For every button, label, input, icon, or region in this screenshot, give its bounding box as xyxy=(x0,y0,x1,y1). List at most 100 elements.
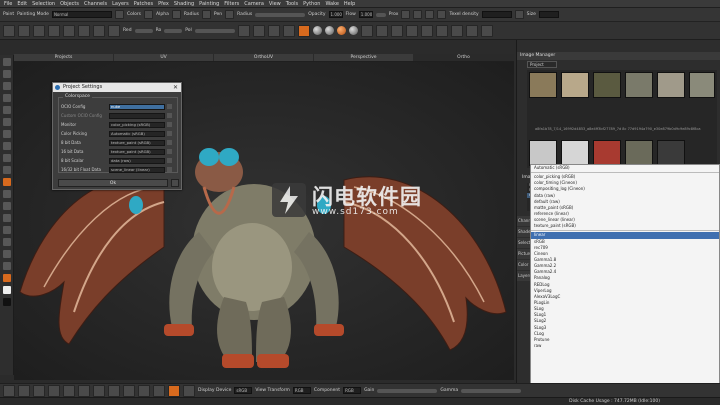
menu-wake[interactable]: Wake xyxy=(325,1,338,7)
thumbnail-image[interactable] xyxy=(625,140,653,166)
pol-slider[interactable] xyxy=(194,28,235,33)
opacity-field[interactable]: 1.000 xyxy=(328,11,343,18)
menu-shading[interactable]: Shading xyxy=(174,1,194,7)
pan-tool-icon[interactable] xyxy=(2,106,11,114)
texel-extra-button[interactable] xyxy=(514,10,524,19)
toggle-b-icon[interactable] xyxy=(123,384,135,397)
dialog-extra-button[interactable] xyxy=(171,179,179,187)
layers-icon[interactable] xyxy=(63,24,75,37)
tab-uv[interactable]: UV xyxy=(114,54,214,61)
setting-value-select[interactable]: nuke xyxy=(109,103,165,110)
texel-toggle[interactable] xyxy=(437,10,447,19)
blur-tool-icon[interactable] xyxy=(2,166,11,174)
smudge-tool-icon[interactable] xyxy=(2,154,11,162)
setting-value-select[interactable]: color_picking (sRGB) xyxy=(109,121,165,128)
clone-tool-icon[interactable] xyxy=(2,142,11,150)
camera-left-icon[interactable] xyxy=(78,384,90,397)
flow-field[interactable]: 1.000 xyxy=(358,11,373,18)
setting-option-button[interactable] xyxy=(167,104,172,109)
select-tool-icon[interactable] xyxy=(2,58,11,66)
menu-python[interactable]: Python xyxy=(303,1,320,7)
tool-a-icon[interactable] xyxy=(282,24,295,37)
brush-tool-active-icon[interactable] xyxy=(2,178,11,186)
menu-help[interactable]: Help xyxy=(344,1,355,7)
size-field[interactable] xyxy=(538,11,559,18)
toggle-c-icon[interactable] xyxy=(138,384,150,397)
gradient-tool-icon[interactable] xyxy=(2,214,11,222)
shader-ball-lit-icon[interactable] xyxy=(324,26,334,35)
dropdown-option[interactable]: texture_paint (sRGB) xyxy=(531,223,719,229)
setting-option-button[interactable] xyxy=(167,113,172,118)
thumbnail-image[interactable] xyxy=(625,72,653,98)
menu-channels[interactable]: Channels xyxy=(84,1,107,7)
transform-tool-icon[interactable] xyxy=(2,226,11,234)
zoom-tool-icon[interactable] xyxy=(2,94,11,102)
dialog-title-bar[interactable]: Project Settings ✕ xyxy=(53,83,181,92)
toggle-d-icon[interactable] xyxy=(153,384,165,397)
menu-view[interactable]: View xyxy=(269,1,281,7)
setting-option-button[interactable] xyxy=(167,167,172,172)
rotate-icon[interactable] xyxy=(48,384,60,397)
tab-ortho[interactable]: Ortho xyxy=(414,54,514,61)
color-management-icon[interactable] xyxy=(168,384,180,397)
move-icon[interactable] xyxy=(3,24,15,37)
thumbnail-image[interactable] xyxy=(593,72,621,98)
tab-orthouv[interactable]: OrthoUV xyxy=(214,54,314,61)
cube-icon[interactable] xyxy=(78,24,90,37)
shader-ball-active-icon[interactable] xyxy=(336,26,346,35)
radius-toggle[interactable] xyxy=(201,10,211,19)
setting-value-select[interactable]: data (raw) xyxy=(109,157,165,164)
ro-slider[interactable] xyxy=(164,28,183,33)
frame-all-icon[interactable] xyxy=(63,384,75,397)
painting-mode-extra-button[interactable] xyxy=(114,10,124,19)
lasso-tool-icon[interactable] xyxy=(2,70,11,78)
prox-toggle[interactable] xyxy=(401,10,411,19)
lock-icon[interactable] xyxy=(413,10,423,19)
brush-settings-icon[interactable] xyxy=(360,24,373,37)
colorspace-dropdown-list[interactable]: Automatic (sRGB) color_picking (sRGB) colo… xyxy=(530,164,720,386)
radius-slider[interactable] xyxy=(255,12,306,17)
gamma-slider[interactable] xyxy=(461,388,522,393)
shader-ball-flat-icon[interactable] xyxy=(312,26,322,35)
swap-color-swatch[interactable] xyxy=(2,298,11,306)
cursor-icon[interactable] xyxy=(252,24,265,37)
project-subtab[interactable]: Project xyxy=(527,61,557,68)
menu-objects[interactable]: Objects xyxy=(60,1,79,7)
painting-mode-select[interactable]: Normal xyxy=(51,11,112,18)
shape-icon[interactable] xyxy=(237,24,250,37)
frame-icon[interactable] xyxy=(33,24,45,37)
move-down-icon[interactable] xyxy=(33,384,45,397)
extra-icon[interactable] xyxy=(480,24,493,37)
thumbnail-image[interactable] xyxy=(561,140,589,166)
grid-icon[interactable] xyxy=(425,10,435,19)
display-device-select[interactable]: sRGB xyxy=(234,387,253,394)
camera-icon[interactable] xyxy=(18,24,30,37)
view-transform-select[interactable]: RGB xyxy=(292,387,311,394)
thumbnail-image[interactable] xyxy=(657,72,685,98)
component-select[interactable]: RGB xyxy=(343,387,362,394)
menu-filters[interactable]: Filters xyxy=(224,1,239,7)
thumbnail-image[interactable] xyxy=(529,140,557,166)
paint-tool-icon[interactable] xyxy=(2,130,11,138)
setting-value-select[interactable]: Automatic (sRGB) xyxy=(109,130,165,137)
shader-ball-ambient-icon[interactable] xyxy=(348,26,358,35)
setting-option-button[interactable] xyxy=(167,140,172,145)
gain-slider[interactable] xyxy=(377,388,438,393)
pen-toggle[interactable] xyxy=(225,10,235,19)
setting-option-button[interactable] xyxy=(167,131,172,136)
setting-value-select[interactable]: scene_linear (linear) xyxy=(109,166,165,173)
menu-selection[interactable]: Selection xyxy=(32,1,55,7)
fill-tool-icon[interactable] xyxy=(2,202,11,210)
alpha-toggle[interactable] xyxy=(171,10,181,19)
lut-icon[interactable] xyxy=(183,384,195,397)
menu-tools[interactable]: Tools xyxy=(286,1,298,7)
thumbnail-image[interactable] xyxy=(689,72,715,98)
marquee-tool-icon[interactable] xyxy=(2,82,11,90)
colors-toggle[interactable] xyxy=(144,10,154,19)
setting-option-button[interactable] xyxy=(167,122,172,127)
brush-icon[interactable] xyxy=(108,24,120,37)
setting-option-button[interactable] xyxy=(167,149,172,154)
menu-patches[interactable]: Patches xyxy=(134,1,153,7)
dropdown-option[interactable]: raw xyxy=(531,343,719,349)
setting-value-select[interactable]: texture_paint (sRGB) xyxy=(109,148,165,155)
